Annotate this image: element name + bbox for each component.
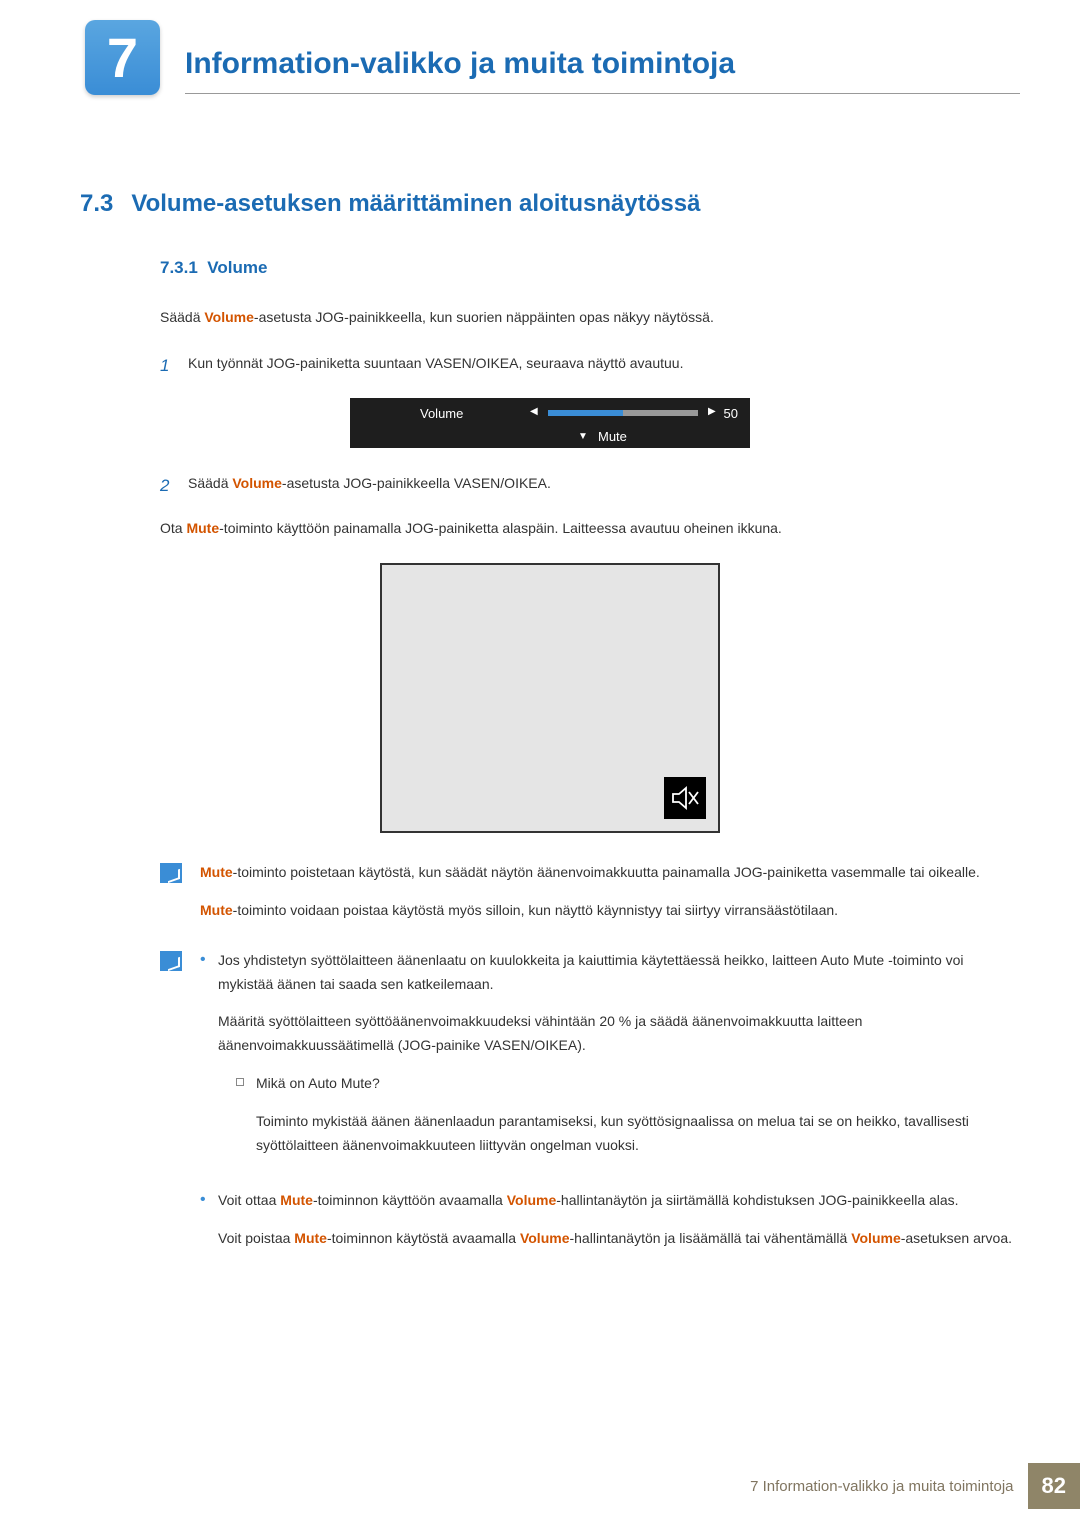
note-block-2: • Jos yhdistetyn syöttölaitteen äänenlaa… — [160, 949, 1020, 1275]
note-content: • Jos yhdistetyn syöttölaitteen äänenlaa… — [200, 949, 1020, 1275]
intro-text: Säädä Volume-asetusta JOG-painikkeella, … — [160, 306, 1020, 328]
chapter-title: Information-valikko ja muita toimintoja — [185, 22, 1020, 94]
sub-bullet: Mikä on Auto Mute? Toiminto mykistää ään… — [236, 1072, 1020, 1171]
osd-mute-label: Mute — [598, 429, 627, 444]
screen-mock — [380, 563, 720, 833]
sub-bullet-icon — [236, 1078, 244, 1086]
step-text: Säädä Volume-asetusta JOG-painikkeella V… — [188, 472, 551, 499]
note-icon — [160, 951, 182, 971]
note-content: Mute-toiminto poistetaan käytöstä, kun s… — [200, 861, 980, 937]
step-2: 2 Säädä Volume-asetusta JOG-painikkeella… — [160, 472, 1020, 499]
page-number: 82 — [1028, 1463, 1080, 1509]
section-number: 7.3 — [80, 190, 113, 217]
sub-section-heading-text: Volume — [207, 258, 267, 277]
chapter-number-badge: 7 — [85, 20, 160, 95]
mute-intro-text: Ota Mute-toiminto käyttöön painamalla JO… — [160, 517, 1020, 539]
chapter-header: 7 Information-valikko ja muita toimintoj… — [85, 20, 1020, 95]
osd-slider-fill — [548, 410, 623, 416]
section-heading-text: Volume-asetuksen määrittäminen aloitusnä… — [131, 190, 700, 217]
note-icon — [160, 863, 182, 883]
sub-section-title: 7.3.1 Volume — [160, 258, 1020, 278]
osd-volume-panel: Volume ◀ ▶ 50 ▼ Mute — [350, 398, 750, 448]
osd-slider-track — [548, 410, 698, 416]
step-number: 1 — [160, 352, 188, 379]
bullet-dot-icon: • — [200, 1189, 218, 1265]
osd-volume-label: Volume — [420, 406, 463, 421]
sub-section-number: 7.3.1 — [160, 258, 198, 277]
bullet-item: • Jos yhdistetyn syöttölaitteen äänenlaa… — [200, 949, 1020, 1180]
step-number: 2 — [160, 472, 188, 499]
bullet-item: • Voit ottaa Mute-toiminnon käyttöön ava… — [200, 1189, 1020, 1265]
arrow-down-icon: ▼ — [578, 431, 588, 442]
arrow-left-icon: ◀ — [530, 406, 538, 417]
section-title: 7.3 Volume-asetuksen määrittäminen aloitu… — [80, 190, 1020, 218]
step-1: 1 Kun työnnät JOG-painiketta suuntaan VA… — [160, 352, 1020, 379]
mute-icon-box — [664, 777, 706, 819]
bullet-dot-icon: • — [200, 949, 218, 1180]
note-block-1: Mute-toiminto poistetaan käytöstä, kun s… — [160, 861, 1020, 937]
arrow-right-icon: ▶ — [708, 406, 716, 417]
osd-volume-value: 50 — [724, 406, 738, 421]
page-footer: 7 Information-valikko ja muita toimintoj… — [750, 1463, 1080, 1509]
step-text: Kun työnnät JOG-painiketta suuntaan VASE… — [188, 352, 683, 379]
mute-icon — [670, 783, 700, 813]
footer-chapter-text: 7 Information-valikko ja muita toimintoj… — [750, 1478, 1013, 1495]
